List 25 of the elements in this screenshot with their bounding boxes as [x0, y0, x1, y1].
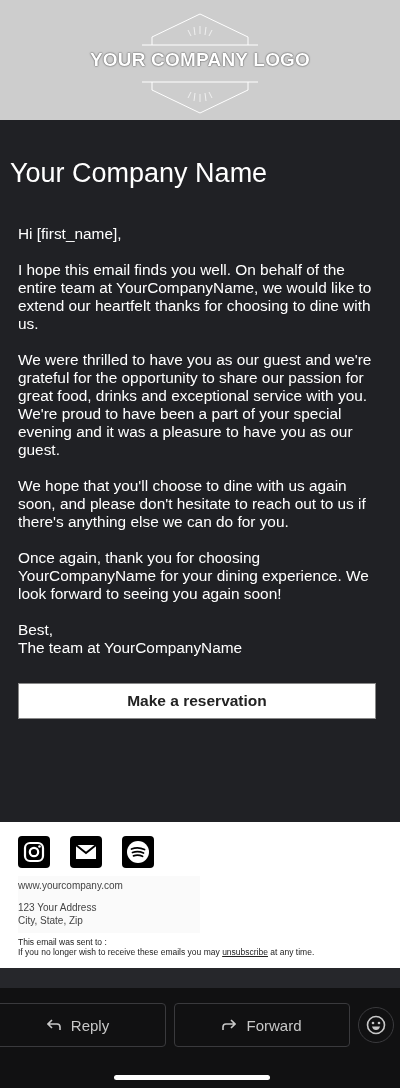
- spotify-icon[interactable]: [122, 836, 154, 868]
- website-text: www.yourcompany.com: [18, 880, 124, 891]
- email-paragraph: Hi [first_name],: [18, 225, 123, 243]
- company-name: Your Company Name: [10, 158, 269, 189]
- address-line: 123 Your Address: [18, 901, 98, 914]
- smiley-icon: [366, 1015, 386, 1035]
- signoff-line: Best,: [18, 621, 55, 639]
- reservation-button[interactable]: Make a reservation: [18, 683, 376, 719]
- email-paragraph: We hope that you'll choose to dine with us again soon, and please don't hesitate to reach out to us if there's anything else we can do for you.: [18, 477, 367, 531]
- address-line: City, State, Zip: [18, 914, 84, 927]
- forward-icon: [222, 1019, 237, 1031]
- reply-icon: [46, 1019, 61, 1031]
- unsubscribe-text: at any time.: [269, 947, 315, 957]
- unsubscribe-text: If you no longer wish to receive these emails you may: [18, 947, 221, 957]
- reply-button[interactable]: Reply: [0, 1003, 166, 1047]
- sent-to-text: This email was sent to :: [18, 937, 108, 947]
- forward-button[interactable]: Forward: [174, 1003, 350, 1047]
- signoff-line: The team at YourCompanyName: [18, 639, 244, 657]
- email-paragraph: We were thrilled to have you as our guest and we're grateful for the opportunity to share our passion for great food, drinks and exceptional service with you. We're proud to have been a part of your special evening and it was a pleasure to have you as our guest.: [18, 351, 373, 459]
- email-paragraph: Once again, thank you for choosing YourCompanyName for your dining experience. We look forward to seeing you again soon!: [18, 549, 370, 603]
- email-paragraph: I hope this email finds you well. On behalf of the entire team at YourCompanyName, we would like to extend our heartfelt thanks for choosing to dine with us.: [18, 261, 373, 333]
- mail-icon[interactable]: [70, 836, 102, 868]
- logo-text: YOUR COMPANY LOGO: [89, 49, 311, 71]
- unsubscribe-link[interactable]: unsubscribe: [222, 947, 268, 957]
- instagram-icon[interactable]: [18, 836, 50, 868]
